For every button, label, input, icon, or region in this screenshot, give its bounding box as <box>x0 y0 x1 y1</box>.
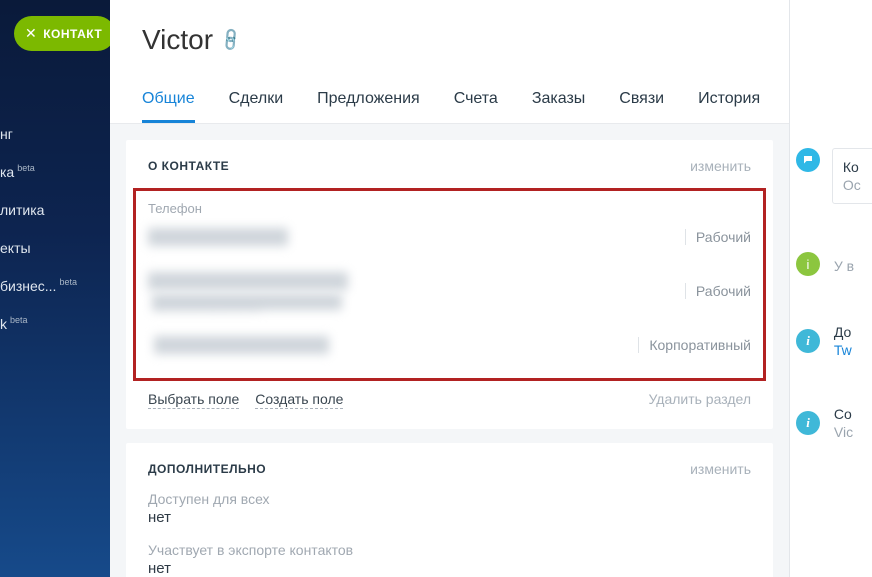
field-label: Участвует в экспорте контактов <box>148 542 751 558</box>
sidebar: ✕ КОНТАКТ нг каbeta литика екты бизнес..… <box>0 0 110 577</box>
beta-badge: beta <box>59 277 77 287</box>
phone-row: ████████████ ███████████ Рабочий <box>148 258 751 322</box>
tab-history[interactable]: История <box>698 90 760 123</box>
rail-item-info[interactable]: i До Tw <box>790 324 872 358</box>
phone-row: ████████ Рабочий <box>148 220 751 258</box>
beta-badge: beta <box>10 315 28 325</box>
about-title: О КОНТАКТЕ <box>148 159 229 173</box>
redacted-value: ██████████ <box>154 336 329 354</box>
tab-offers[interactable]: Предложения <box>317 90 420 123</box>
highlighted-phone-block: Телефон ████████ Рабочий ████████████ ██… <box>133 188 766 381</box>
content: О КОНТАКТЕ изменить Телефон ████████ Раб… <box>110 124 789 577</box>
contact-button-label: КОНТАКТ <box>43 27 102 41</box>
rail-item-info[interactable]: i Со Vic <box>790 406 872 440</box>
delete-section-link[interactable]: Удалить раздел <box>648 391 751 409</box>
phone-label: Телефон <box>148 201 751 216</box>
attachment-icon[interactable]: 🔗 <box>217 26 245 54</box>
create-field-link[interactable]: Создать поле <box>255 391 343 409</box>
sidebar-nav: нг каbeta литика екты бизнес...beta kbet… <box>0 115 110 343</box>
sidebar-item[interactable]: нг <box>0 115 110 153</box>
info-icon: i <box>796 252 820 276</box>
extra-edit-link[interactable]: изменить <box>690 461 751 477</box>
activity-rail: Ко Ос i У в i До Tw i Со Vic <box>790 0 872 577</box>
select-field-link[interactable]: Выбрать поле <box>148 391 239 409</box>
close-icon: ✕ <box>25 25 37 42</box>
rail-item-comment[interactable]: Ко Ос <box>790 148 872 204</box>
main: Victor 🔗 Общие Сделки Предложения Счета … <box>110 0 790 577</box>
tabs: Общие Сделки Предложения Счета Заказы Св… <box>142 90 757 123</box>
sidebar-item[interactable]: екты <box>0 229 110 267</box>
tab-deals[interactable]: Сделки <box>229 90 284 123</box>
close-contact-button[interactable]: ✕ КОНТАКТ <box>14 16 115 51</box>
extra-card: ДОПОЛНИТЕЛЬНО изменить Доступен для всех… <box>126 443 773 577</box>
tab-orders[interactable]: Заказы <box>532 90 585 123</box>
sidebar-item[interactable]: литика <box>0 191 110 229</box>
rail-item-warning[interactable]: i У в <box>790 252 872 276</box>
speech-icon <box>796 148 820 172</box>
sidebar-item[interactable]: каbeta <box>0 153 110 191</box>
phone-tag: Рабочий <box>685 229 751 245</box>
field-value: нет <box>148 509 751 526</box>
phone-tag: Корпоративный <box>638 337 751 353</box>
redacted-value: ████████████ ███████████ <box>148 272 348 310</box>
page-title: Victor <box>142 24 213 56</box>
phone-tag: Рабочий <box>685 283 751 299</box>
phone-row: ██████████ Корпоративный <box>148 322 751 366</box>
extra-title: ДОПОЛНИТЕЛЬНО <box>148 462 266 476</box>
field-value: нет <box>148 560 751 577</box>
info-icon: i <box>796 411 820 435</box>
beta-badge: beta <box>17 163 35 173</box>
field-label: Доступен для всех <box>148 491 751 507</box>
about-edit-link[interactable]: изменить <box>690 158 751 174</box>
sidebar-item[interactable]: kbeta <box>0 305 110 343</box>
about-card: О КОНТАКТЕ изменить Телефон ████████ Раб… <box>126 140 773 429</box>
header: Victor 🔗 Общие Сделки Предложения Счета … <box>110 0 789 124</box>
redacted-value: ████████ <box>148 228 288 246</box>
tab-relations[interactable]: Связи <box>619 90 664 123</box>
info-icon: i <box>796 329 820 353</box>
tab-invoices[interactable]: Счета <box>454 90 498 123</box>
tab-general[interactable]: Общие <box>142 90 195 123</box>
sidebar-item[interactable]: бизнес...beta <box>0 267 110 305</box>
